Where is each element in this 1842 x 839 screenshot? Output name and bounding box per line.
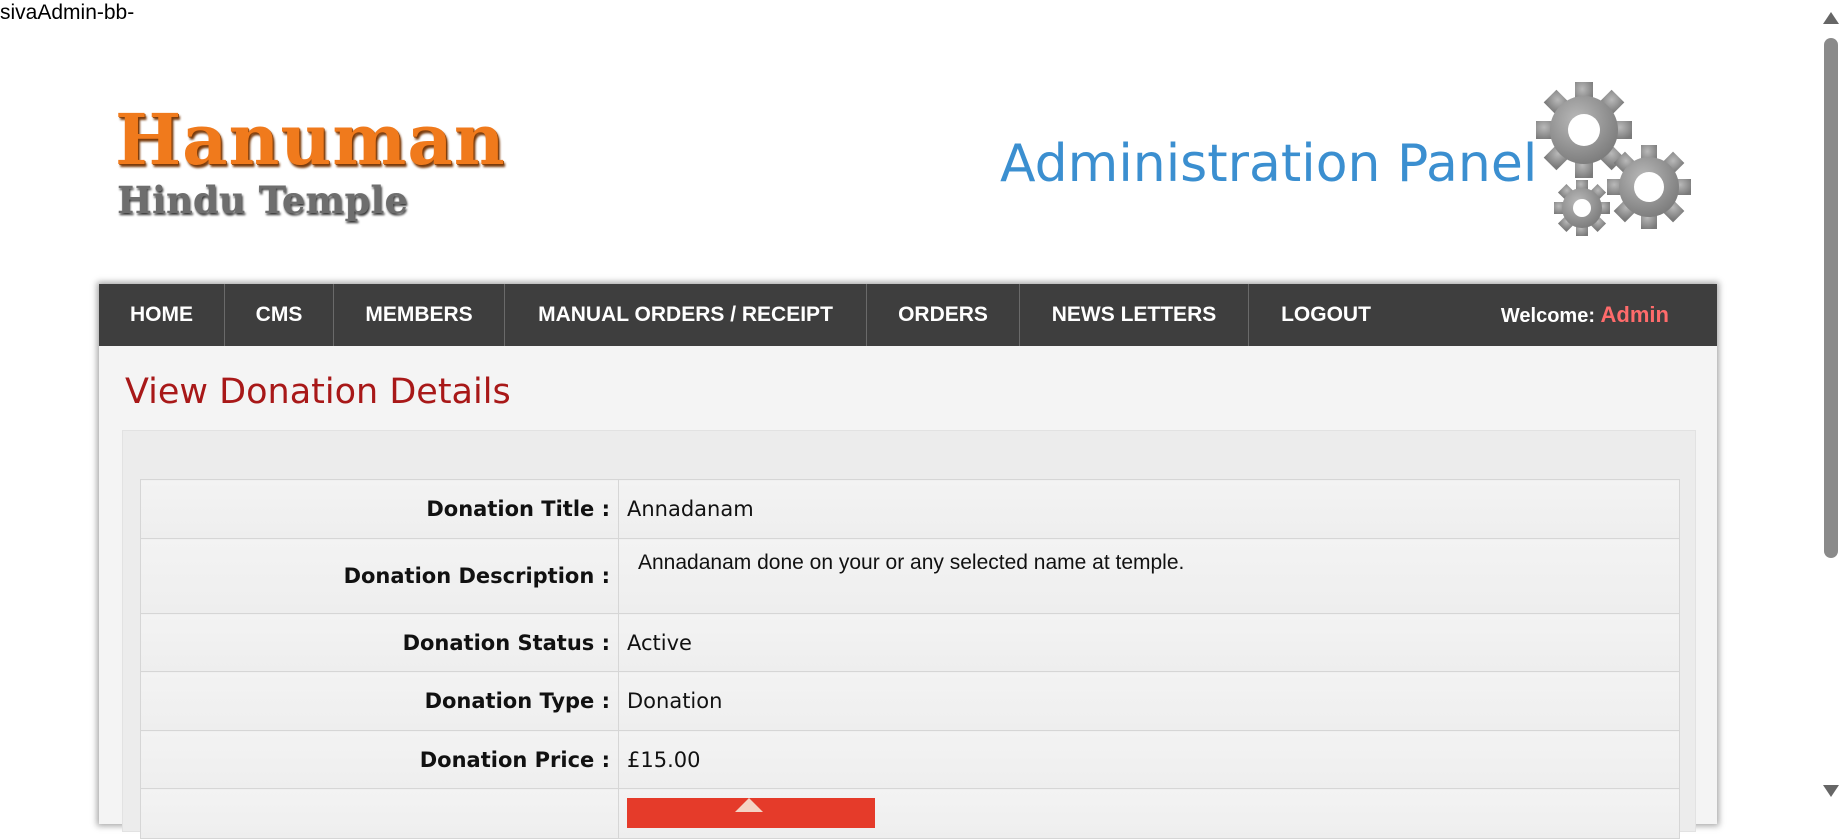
nav-orders[interactable]: ORDERS: [867, 284, 1020, 346]
nav-logout[interactable]: LOGOUT: [1249, 284, 1403, 346]
scroll-up-arrow-icon[interactable]: [1823, 12, 1839, 24]
row-label: Donation Description :: [140, 538, 619, 614]
nav-logout-label: LOGOUT: [1281, 303, 1371, 326]
row-label-empty: [140, 788, 619, 839]
table-row: Donation Status : Active: [140, 613, 1680, 672]
table-row: Donation Description : Annadanam done on…: [140, 538, 1680, 614]
nav-members[interactable]: MEMBERS: [334, 284, 505, 346]
nav-manual-orders[interactable]: MANUAL ORDERS / RECEIPT: [505, 284, 867, 346]
window-title-text: sivaAdmin-bb-: [0, 1, 135, 24]
nav-manual-orders-label: MANUAL ORDERS / RECEIPT: [538, 303, 833, 326]
nav-home-label: HOME: [130, 303, 193, 326]
table-row: Donation Type : Donation: [140, 671, 1680, 731]
row-value: Donation: [618, 671, 1680, 731]
nav-news-letters-label: NEWS LETTERS: [1051, 303, 1217, 326]
nav-cms[interactable]: CMS: [225, 284, 334, 346]
scroll-down-arrow-icon[interactable]: [1823, 785, 1839, 797]
donation-image: [627, 798, 875, 828]
nav-cms-label: CMS: [255, 303, 303, 326]
scroll-thumb[interactable]: [1824, 38, 1838, 558]
row-value: Annadanam: [618, 479, 1680, 539]
row-label: Donation Status :: [140, 613, 619, 672]
logo-sub-text: Hindu Temple: [117, 178, 409, 222]
row-label: Donation Price :: [140, 730, 619, 789]
nav-orders-label: ORDERS: [898, 303, 988, 326]
temple-logo[interactable]: Hanuman Hindu Temple: [115, 98, 506, 223]
welcome-label: Welcome:: [1500, 305, 1595, 327]
row-value: £15.00: [618, 730, 1680, 789]
row-value-image: [618, 788, 1680, 839]
table-row: Donation Price : £15.00: [140, 730, 1680, 789]
main-frame: HOME CMS MEMBERS MANUAL ORDERS / RECEIPT…: [99, 284, 1717, 839]
admin-panel-title: Administration Panel: [1000, 134, 1538, 194]
nav-members-label: MEMBERS: [365, 303, 473, 326]
row-value: Annadanam done on your or any selected n…: [618, 538, 1680, 614]
row-label: Donation Type :: [140, 671, 619, 731]
main-nav: HOME CMS MEMBERS MANUAL ORDERS / RECEIPT…: [99, 284, 1717, 346]
row-value: Active: [618, 613, 1680, 672]
row-label: Donation Title :: [140, 479, 619, 539]
vertical-scrollbar[interactable]: [1820, 0, 1842, 809]
nav-home[interactable]: HOME: [99, 284, 225, 346]
welcome-text: Welcome: Admin: [1501, 302, 1669, 328]
gears-icon: [1536, 82, 1691, 236]
nav-news-letters[interactable]: NEWS LETTERS: [1020, 284, 1249, 346]
welcome-username: Admin: [1600, 302, 1669, 327]
page-title: View Donation Details: [125, 372, 511, 412]
logo-main-text: Hanuman: [115, 98, 506, 181]
details-panel: Donation Title : Annadanam Donation Desc…: [122, 430, 1696, 839]
table-row: [140, 788, 1680, 839]
details-table: Donation Title : Annadanam Donation Desc…: [140, 479, 1680, 839]
table-row: Donation Title : Annadanam: [140, 479, 1680, 539]
